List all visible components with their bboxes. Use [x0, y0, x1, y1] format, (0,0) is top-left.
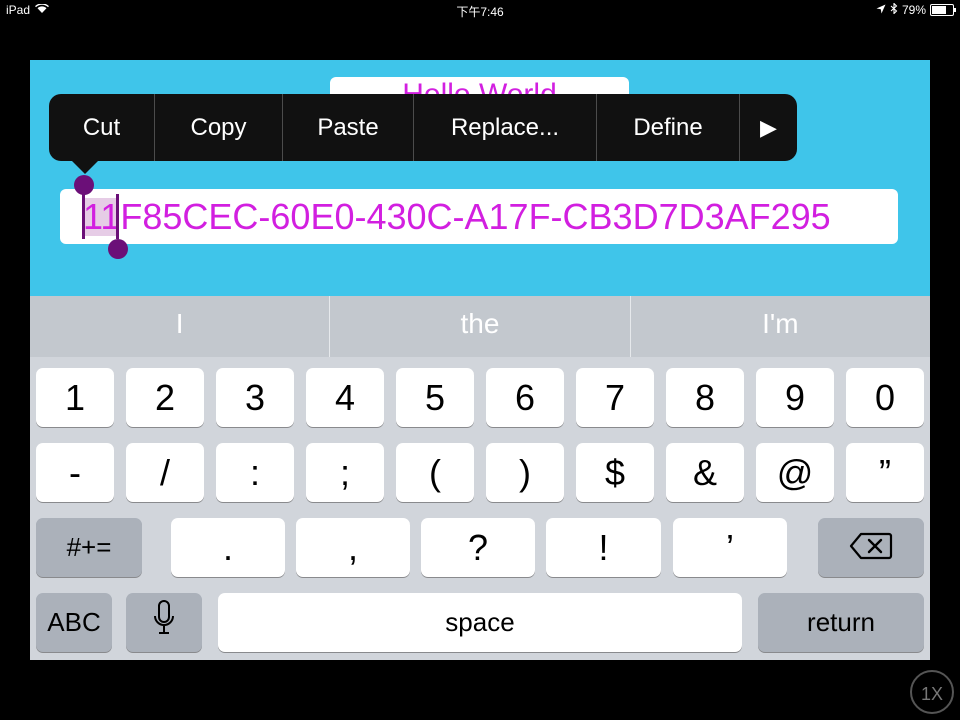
key-0[interactable]: 0	[846, 368, 924, 427]
key-4[interactable]: 4	[306, 368, 384, 427]
bluetooth-icon	[890, 2, 898, 17]
copy-menu-item[interactable]: Copy	[155, 94, 283, 161]
key-more-symbols[interactable]: #+=	[36, 518, 142, 577]
dictation-key[interactable]	[126, 593, 202, 652]
key-hyphen[interactable]: -	[36, 443, 114, 502]
cut-menu-item[interactable]: Cut	[49, 94, 155, 161]
selection-end-bar	[116, 194, 119, 239]
key-abc[interactable]: ABC	[36, 593, 112, 652]
key-at[interactable]: @	[756, 443, 834, 502]
space-key[interactable]: space	[218, 593, 742, 652]
key-3[interactable]: 3	[216, 368, 294, 427]
key-question[interactable]: ?	[421, 518, 535, 577]
more-menu-arrow-icon[interactable]: ▶	[740, 94, 797, 161]
key-1[interactable]: 1	[36, 368, 114, 427]
zoom-badge[interactable]: 1X	[910, 670, 954, 714]
key-8[interactable]: 8	[666, 368, 744, 427]
backspace-icon	[849, 527, 893, 569]
app-screen: Hello World 11F85CEC-60E0-430C-A17F-CB3D…	[30, 60, 930, 660]
app-view: Hello World 11F85CEC-60E0-430C-A17F-CB3D…	[30, 60, 930, 296]
key-close-paren[interactable]: )	[486, 443, 564, 502]
key-2[interactable]: 2	[126, 368, 204, 427]
text-field-value[interactable]: 11F85CEC-60E0-430C-A17F-CB3D7D3AF295	[83, 189, 831, 244]
predictive-bar: I the I'm	[30, 296, 930, 357]
key-slash[interactable]: /	[126, 443, 204, 502]
define-menu-item[interactable]: Define	[597, 94, 740, 161]
keyboard: 1 2 3 4 5 6 7 8 9 0 - / : ; ( ) $ & @ ” …	[30, 357, 930, 660]
backspace-key[interactable]	[818, 518, 924, 577]
paste-menu-item[interactable]: Paste	[283, 94, 414, 161]
key-6[interactable]: 6	[486, 368, 564, 427]
key-open-paren[interactable]: (	[396, 443, 474, 502]
key-ampersand[interactable]: &	[666, 443, 744, 502]
status-time: 下午7:46	[456, 5, 504, 19]
suggestion-1[interactable]: I	[30, 296, 331, 357]
location-icon	[876, 3, 886, 17]
return-key[interactable]: return	[758, 593, 924, 652]
key-period[interactable]: .	[171, 518, 285, 577]
status-bar: iPad 下午7:46 79%	[0, 0, 960, 20]
suggestion-2[interactable]: the	[330, 296, 631, 357]
selection-start-bar	[82, 194, 85, 239]
key-9[interactable]: 9	[756, 368, 834, 427]
microphone-icon	[153, 600, 175, 645]
battery-percent: 79%	[901, 3, 926, 17]
selection-start-handle[interactable]	[74, 175, 94, 195]
key-apostrophe[interactable]: ’	[673, 518, 787, 577]
key-colon[interactable]: :	[216, 443, 294, 502]
key-comma[interactable]: ,	[296, 518, 410, 577]
key-5[interactable]: 5	[396, 368, 474, 427]
uuid-text-field[interactable]: 11F85CEC-60E0-430C-A17F-CB3D7D3AF295	[60, 175, 898, 259]
suggestion-3[interactable]: I'm	[631, 296, 930, 357]
selection-end-handle[interactable]	[108, 239, 128, 259]
key-7[interactable]: 7	[576, 368, 654, 427]
key-quote[interactable]: ”	[846, 443, 924, 502]
key-semicolon[interactable]: ;	[306, 443, 384, 502]
edit-menu-pointer	[71, 160, 99, 174]
edit-menu: Cut Copy Paste Replace... Define ▶	[49, 94, 797, 161]
replace-menu-item[interactable]: Replace...	[414, 94, 597, 161]
battery-icon	[930, 4, 956, 16]
key-dollar[interactable]: $	[576, 443, 654, 502]
key-exclamation[interactable]: !	[546, 518, 661, 577]
